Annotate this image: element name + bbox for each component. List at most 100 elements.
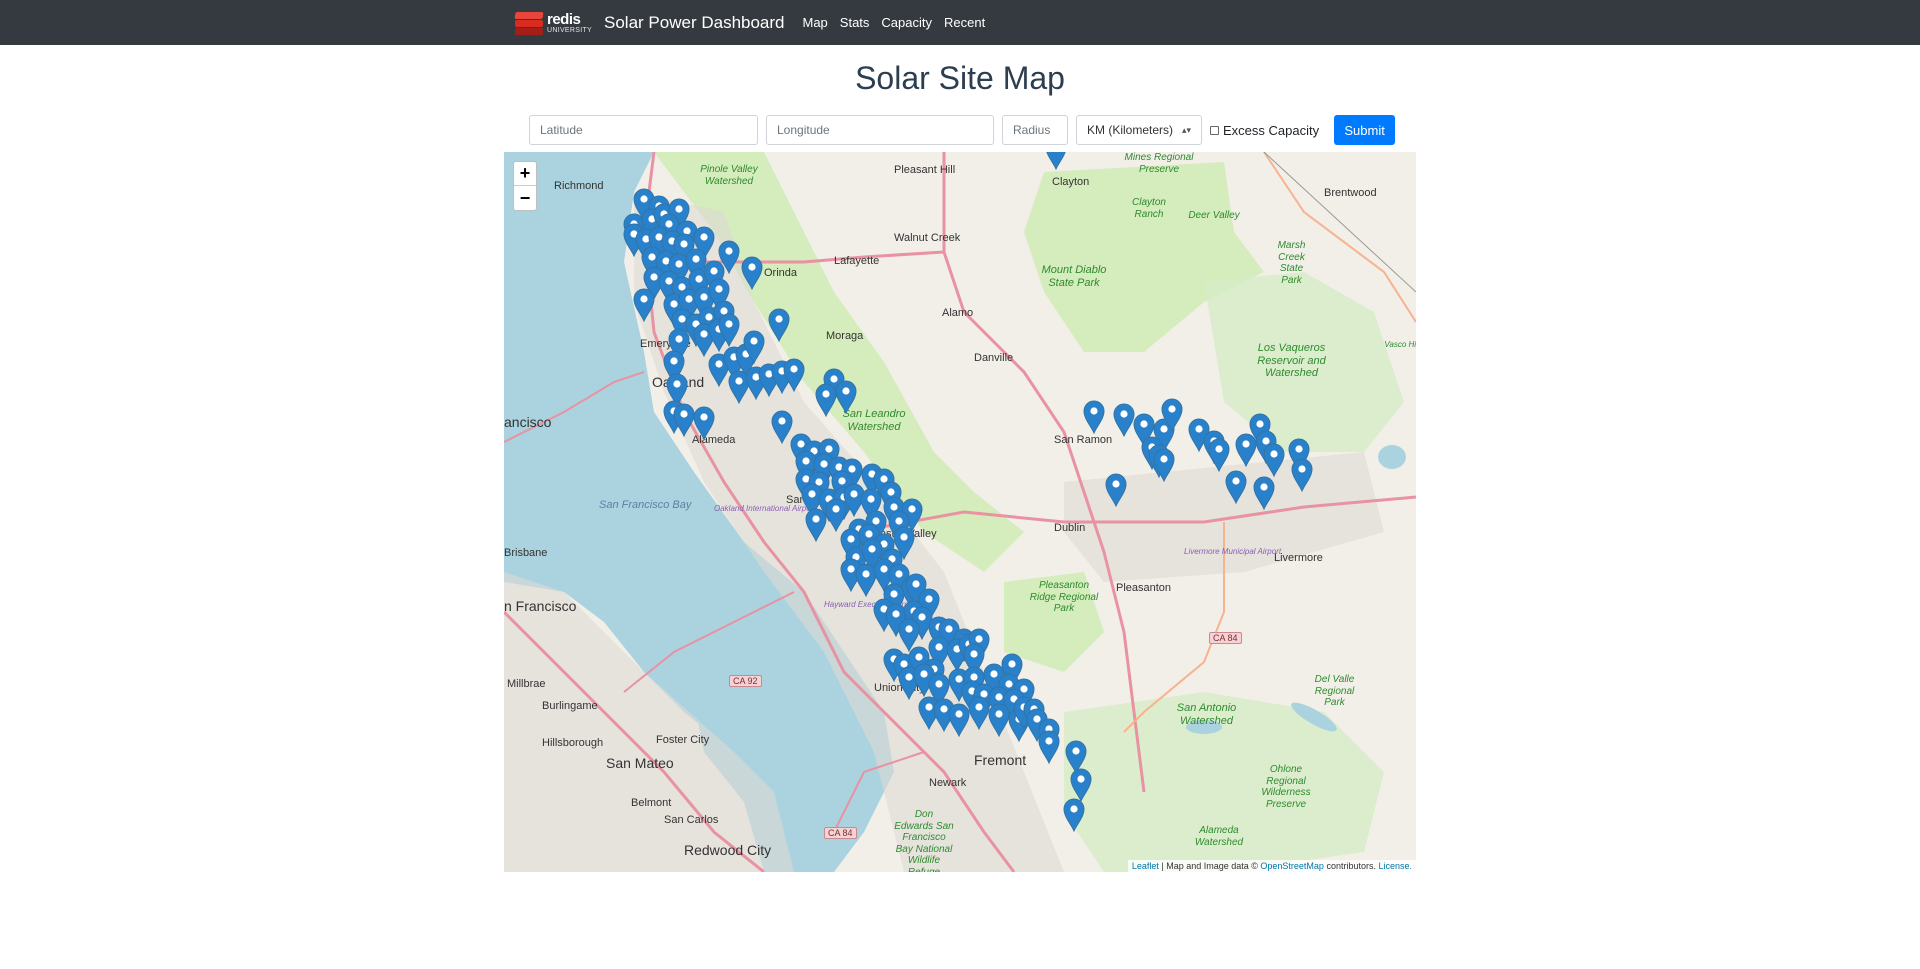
map-pin-icon	[1070, 768, 1092, 803]
highway-shield-ca84-west: CA 84	[824, 827, 857, 839]
solar-site-marker[interactable]	[988, 703, 1010, 738]
solar-site-marker[interactable]	[783, 358, 805, 393]
map-pin-icon	[743, 330, 765, 365]
solar-site-marker[interactable]	[1105, 473, 1127, 508]
map-pin-icon	[968, 696, 990, 731]
submit-button[interactable]: Submit	[1334, 115, 1396, 145]
solar-site-marker[interactable]	[1291, 458, 1313, 493]
map-pin-icon	[783, 358, 805, 393]
map-label-vasco-hills: Vasco Hills	[1384, 340, 1416, 349]
zoom-out-button[interactable]: −	[514, 186, 536, 210]
solar-site-marker[interactable]	[1045, 152, 1067, 171]
map-label-belmont: Belmont	[631, 797, 672, 809]
map-pin-icon	[693, 406, 715, 441]
map-label-burlingame: Burlingame	[542, 700, 598, 712]
map-label-pleasanton-ridge: Pleasanton Ridge Regional Park	[1029, 580, 1099, 614]
map-pin-icon	[1153, 448, 1175, 483]
solar-site-marker[interactable]	[673, 403, 695, 438]
highway-shield-ca92: CA 92	[729, 675, 762, 687]
map-label-hayward-airport: Hayward Executive Airport	[824, 600, 918, 610]
map-label-san-antonio: San Antonio Watershed	[1176, 702, 1237, 727]
redis-university-logo[interactable]: redis UNIVERSITY	[514, 10, 592, 35]
nav-link-recent[interactable]: Recent	[944, 15, 985, 30]
solar-site-marker[interactable]	[633, 288, 655, 323]
map-label-alameda-watershed: Alameda Watershed	[1194, 825, 1244, 848]
solar-site-marker[interactable]	[805, 508, 827, 543]
map-pin-icon	[1113, 403, 1135, 438]
map-label-clayton: Clayton	[1052, 176, 1090, 188]
map-label-san-mateo: San Mateo	[606, 755, 674, 771]
map-label-mount-diablo: Mount Diablo State Park	[1041, 264, 1107, 289]
map-label-foster-city: Foster City	[656, 734, 710, 746]
map-label-sf-bay: San Francisco Bay	[599, 499, 692, 511]
map-pin-icon	[673, 403, 695, 438]
longitude-input[interactable]: Longitude	[766, 115, 994, 145]
excess-capacity-checkbox[interactable]	[1210, 125, 1219, 135]
latitude-input[interactable]: Latitude	[529, 115, 758, 145]
solar-site-marker[interactable]	[1038, 730, 1060, 765]
solar-site-marker[interactable]	[968, 696, 990, 731]
map-label-clayton-ranch: Clayton Ranch	[1132, 197, 1166, 220]
map-label-pleasant-hill: Pleasant Hill	[894, 164, 956, 176]
map-label-marsh-creek: Marsh Creek State Park	[1277, 240, 1306, 286]
solar-site-marker[interactable]	[815, 383, 837, 418]
solar-site-marker[interactable]	[1063, 798, 1085, 833]
map-pin-icon	[1063, 798, 1085, 833]
zoom-control: + −	[513, 161, 537, 211]
brand-title[interactable]: Solar Power Dashboard	[604, 13, 784, 33]
map-label-del-valle: Del Valle Regional Park	[1314, 674, 1355, 708]
map-label-alamo: Alamo	[942, 307, 974, 319]
solar-site-marker[interactable]	[1263, 443, 1285, 478]
solar-site-marker[interactable]	[1253, 476, 1275, 511]
zoom-in-button[interactable]: +	[514, 162, 536, 186]
map-pin-icon	[633, 288, 655, 323]
map-label-don-edwards: Don Edwards San Francisco Bay National W…	[894, 809, 954, 872]
openstreetmap-link[interactable]: OpenStreetMap	[1260, 861, 1324, 871]
map-label-livermore-airport: Livermore Municipal Airport	[1184, 547, 1282, 556]
map-pin-icon	[948, 703, 970, 738]
nav-link-map[interactable]: Map	[803, 15, 828, 30]
solar-site-marker[interactable]	[835, 380, 857, 415]
attribution-text-1: | Map and Image data ©	[1158, 861, 1261, 871]
map-pin-icon	[768, 308, 790, 343]
nav-link-capacity[interactable]: Capacity	[881, 15, 932, 30]
map-attribution: Leaflet | Map and Image data © OpenStree…	[1127, 860, 1416, 872]
map-pin-icon	[805, 508, 827, 543]
map-label-brentwood: Brentwood	[1324, 187, 1377, 199]
map-label-ohlone: Ohlone Regional Wilderness Preserve	[1261, 764, 1311, 810]
solar-site-marker[interactable]	[718, 313, 740, 348]
map-pin-icon	[825, 498, 847, 533]
radius-input[interactable]: Radius	[1002, 115, 1068, 145]
top-navbar: redis UNIVERSITY Solar Power Dashboard M…	[0, 0, 1920, 45]
map-label-millbrae: Millbrae	[507, 678, 546, 690]
solar-site-marker[interactable]	[1113, 403, 1135, 438]
logo-text-redis: redis	[547, 10, 581, 28]
solar-site-marker[interactable]	[825, 498, 847, 533]
solar-site-marker[interactable]	[1208, 438, 1230, 473]
solar-site-marker[interactable]	[1083, 400, 1105, 435]
map-pin-icon	[718, 313, 740, 348]
solar-site-marker[interactable]	[768, 308, 790, 343]
unit-select[interactable]: KM (Kilometers) ▴▾	[1076, 115, 1202, 145]
map-pin-icon	[835, 380, 857, 415]
solar-site-marker[interactable]	[741, 256, 763, 291]
site-search-form: Latitude Longitude Radius KM (Kilometers…	[529, 115, 1396, 145]
solar-site-marker[interactable]	[1153, 448, 1175, 483]
license-link[interactable]: License.	[1378, 861, 1412, 871]
map-label-redwood-city: Redwood City	[684, 842, 772, 858]
solar-site-marker[interactable]	[693, 406, 715, 441]
map-pin-icon	[1225, 470, 1247, 505]
map-label-sf-north: ancisco	[504, 414, 552, 430]
solar-site-marker[interactable]	[743, 330, 765, 365]
nav-link-stats[interactable]: Stats	[840, 15, 870, 30]
solar-site-marker[interactable]	[1161, 398, 1183, 433]
solar-site-marker[interactable]	[1225, 470, 1247, 505]
solar-site-map[interactable]: Richmond Pinole Valley Watershed Pleasan…	[504, 152, 1416, 872]
map-label-pinole: Pinole Valley Watershed	[700, 164, 758, 187]
solar-site-marker[interactable]	[948, 703, 970, 738]
map-label-richmond: Richmond	[554, 180, 604, 192]
leaflet-link[interactable]: Leaflet	[1132, 861, 1159, 871]
solar-site-marker[interactable]	[1070, 768, 1092, 803]
lake-los-vaqueros	[1378, 445, 1406, 469]
excess-capacity-option[interactable]: Excess Capacity	[1210, 123, 1319, 138]
